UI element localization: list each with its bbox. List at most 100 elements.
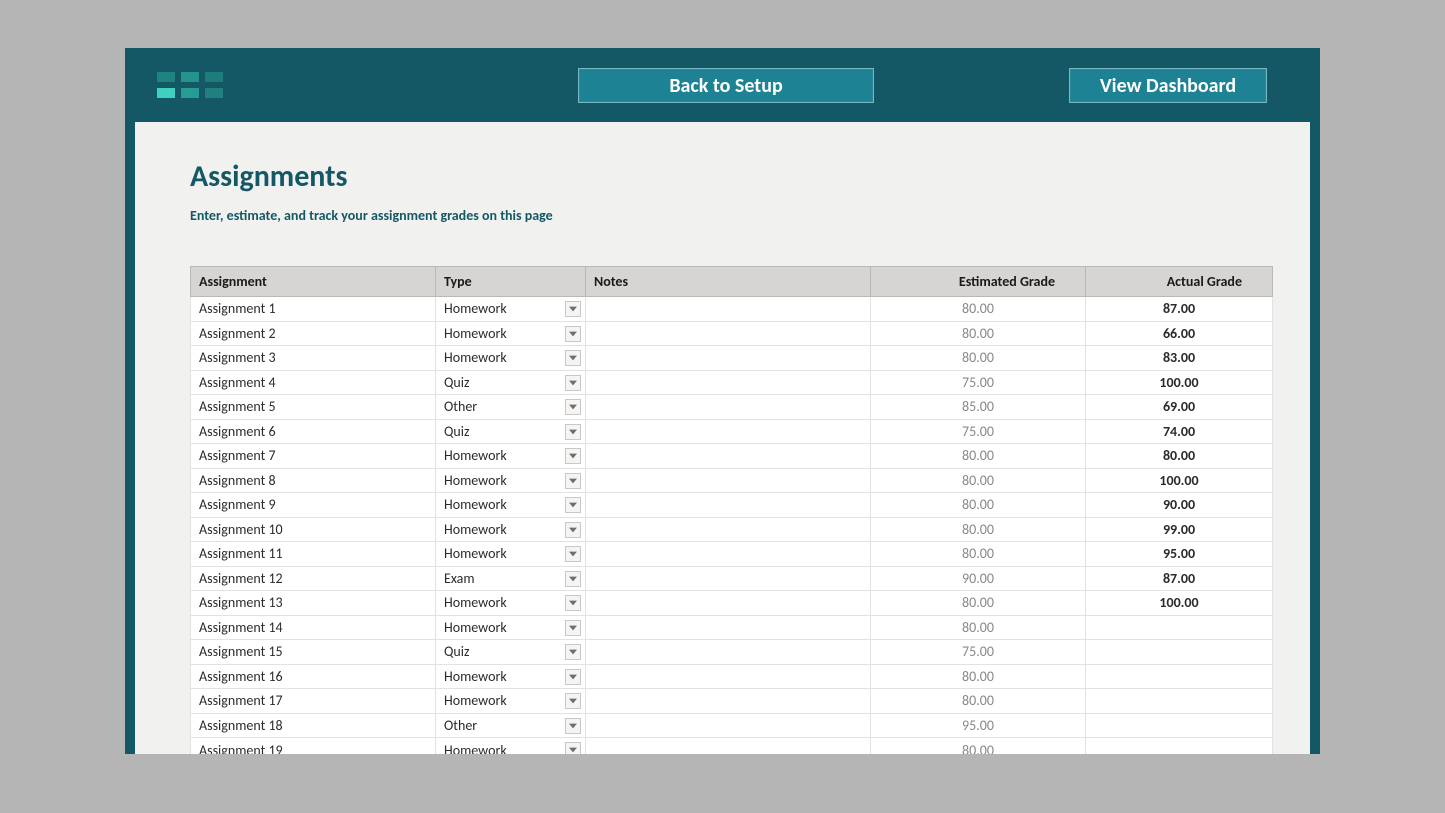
- cell-assignment[interactable]: Assignment 3: [191, 346, 436, 371]
- cell-assignment[interactable]: Assignment 6: [191, 419, 436, 444]
- dropdown-arrow-icon[interactable]: [565, 546, 581, 562]
- cell-type[interactable]: Homework: [436, 468, 586, 493]
- cell-notes[interactable]: [586, 664, 871, 689]
- cell-assignment[interactable]: Assignment 9: [191, 493, 436, 518]
- cell-type[interactable]: Quiz: [436, 370, 586, 395]
- cell-estimated[interactable]: 80.00: [871, 591, 1086, 616]
- dropdown-arrow-icon[interactable]: [565, 448, 581, 464]
- cell-assignment[interactable]: Assignment 12: [191, 566, 436, 591]
- cell-actual[interactable]: 69.00: [1086, 395, 1273, 420]
- cell-estimated[interactable]: 80.00: [871, 542, 1086, 567]
- dropdown-arrow-icon[interactable]: [565, 424, 581, 440]
- cell-estimated[interactable]: 80.00: [871, 664, 1086, 689]
- cell-estimated[interactable]: 75.00: [871, 370, 1086, 395]
- dropdown-arrow-icon[interactable]: [565, 350, 581, 366]
- cell-notes[interactable]: [586, 738, 871, 755]
- cell-notes[interactable]: [586, 444, 871, 469]
- cell-actual[interactable]: 80.00: [1086, 444, 1273, 469]
- cell-actual[interactable]: 100.00: [1086, 370, 1273, 395]
- cell-estimated[interactable]: 75.00: [871, 640, 1086, 665]
- cell-estimated[interactable]: 75.00: [871, 419, 1086, 444]
- dropdown-arrow-icon[interactable]: [565, 693, 581, 709]
- cell-estimated[interactable]: 80.00: [871, 493, 1086, 518]
- cell-notes[interactable]: [586, 321, 871, 346]
- cell-actual[interactable]: 90.00: [1086, 493, 1273, 518]
- cell-estimated[interactable]: 80.00: [871, 468, 1086, 493]
- cell-type[interactable]: Quiz: [436, 640, 586, 665]
- back-to-setup-button[interactable]: Back to Setup: [578, 68, 874, 103]
- cell-assignment[interactable]: Assignment 4: [191, 370, 436, 395]
- dropdown-arrow-icon[interactable]: [565, 620, 581, 636]
- cell-actual[interactable]: 95.00: [1086, 542, 1273, 567]
- cell-estimated[interactable]: 80.00: [871, 615, 1086, 640]
- cell-actual[interactable]: [1086, 640, 1273, 665]
- cell-estimated[interactable]: 80.00: [871, 346, 1086, 371]
- dropdown-arrow-icon[interactable]: [565, 497, 581, 513]
- cell-type[interactable]: Homework: [436, 517, 586, 542]
- cell-assignment[interactable]: Assignment 2: [191, 321, 436, 346]
- cell-type[interactable]: Other: [436, 395, 586, 420]
- cell-type[interactable]: Homework: [436, 346, 586, 371]
- cell-actual[interactable]: 99.00: [1086, 517, 1273, 542]
- cell-type[interactable]: Homework: [436, 321, 586, 346]
- dropdown-arrow-icon[interactable]: [565, 473, 581, 489]
- cell-notes[interactable]: [586, 713, 871, 738]
- cell-notes[interactable]: [586, 370, 871, 395]
- col-header-actual[interactable]: Actual Grade: [1086, 267, 1273, 297]
- cell-type[interactable]: Homework: [436, 591, 586, 616]
- cell-type[interactable]: Homework: [436, 738, 586, 755]
- cell-estimated[interactable]: 80.00: [871, 517, 1086, 542]
- col-header-estimated[interactable]: Estimated Grade: [871, 267, 1086, 297]
- dropdown-arrow-icon[interactable]: [565, 326, 581, 342]
- cell-assignment[interactable]: Assignment 19: [191, 738, 436, 755]
- cell-actual[interactable]: [1086, 689, 1273, 714]
- cell-assignment[interactable]: Assignment 13: [191, 591, 436, 616]
- cell-notes[interactable]: [586, 493, 871, 518]
- dropdown-arrow-icon[interactable]: [565, 644, 581, 660]
- col-header-type[interactable]: Type: [436, 267, 586, 297]
- col-header-notes[interactable]: Notes: [586, 267, 871, 297]
- cell-estimated[interactable]: 80.00: [871, 297, 1086, 322]
- cell-estimated[interactable]: 80.00: [871, 321, 1086, 346]
- cell-actual[interactable]: 74.00: [1086, 419, 1273, 444]
- cell-estimated[interactable]: 95.00: [871, 713, 1086, 738]
- cell-type[interactable]: Homework: [436, 689, 586, 714]
- cell-type[interactable]: Quiz: [436, 419, 586, 444]
- cell-assignment[interactable]: Assignment 8: [191, 468, 436, 493]
- cell-type[interactable]: Homework: [436, 615, 586, 640]
- dropdown-arrow-icon[interactable]: [565, 669, 581, 685]
- cell-notes[interactable]: [586, 517, 871, 542]
- cell-notes[interactable]: [586, 566, 871, 591]
- dropdown-arrow-icon[interactable]: [565, 301, 581, 317]
- cell-actual[interactable]: [1086, 664, 1273, 689]
- cell-assignment[interactable]: Assignment 5: [191, 395, 436, 420]
- cell-type[interactable]: Homework: [436, 297, 586, 322]
- dropdown-arrow-icon[interactable]: [565, 718, 581, 734]
- cell-actual[interactable]: [1086, 738, 1273, 755]
- cell-type[interactable]: Exam: [436, 566, 586, 591]
- cell-assignment[interactable]: Assignment 1: [191, 297, 436, 322]
- cell-estimated[interactable]: 85.00: [871, 395, 1086, 420]
- cell-notes[interactable]: [586, 591, 871, 616]
- cell-estimated[interactable]: 80.00: [871, 444, 1086, 469]
- dropdown-arrow-icon[interactable]: [565, 375, 581, 391]
- view-dashboard-button[interactable]: View Dashboard: [1069, 68, 1267, 103]
- cell-notes[interactable]: [586, 468, 871, 493]
- cell-actual[interactable]: 83.00: [1086, 346, 1273, 371]
- cell-notes[interactable]: [586, 615, 871, 640]
- dropdown-arrow-icon[interactable]: [565, 742, 581, 754]
- cell-estimated[interactable]: 80.00: [871, 738, 1086, 755]
- cell-actual[interactable]: 66.00: [1086, 321, 1273, 346]
- cell-assignment[interactable]: Assignment 17: [191, 689, 436, 714]
- dropdown-arrow-icon[interactable]: [565, 399, 581, 415]
- cell-actual[interactable]: 100.00: [1086, 468, 1273, 493]
- cell-type[interactable]: Homework: [436, 493, 586, 518]
- cell-type[interactable]: Homework: [436, 444, 586, 469]
- cell-actual[interactable]: 87.00: [1086, 566, 1273, 591]
- cell-type[interactable]: Homework: [436, 664, 586, 689]
- cell-assignment[interactable]: Assignment 11: [191, 542, 436, 567]
- cell-notes[interactable]: [586, 297, 871, 322]
- col-header-assignment[interactable]: Assignment: [191, 267, 436, 297]
- cell-notes[interactable]: [586, 346, 871, 371]
- cell-assignment[interactable]: Assignment 15: [191, 640, 436, 665]
